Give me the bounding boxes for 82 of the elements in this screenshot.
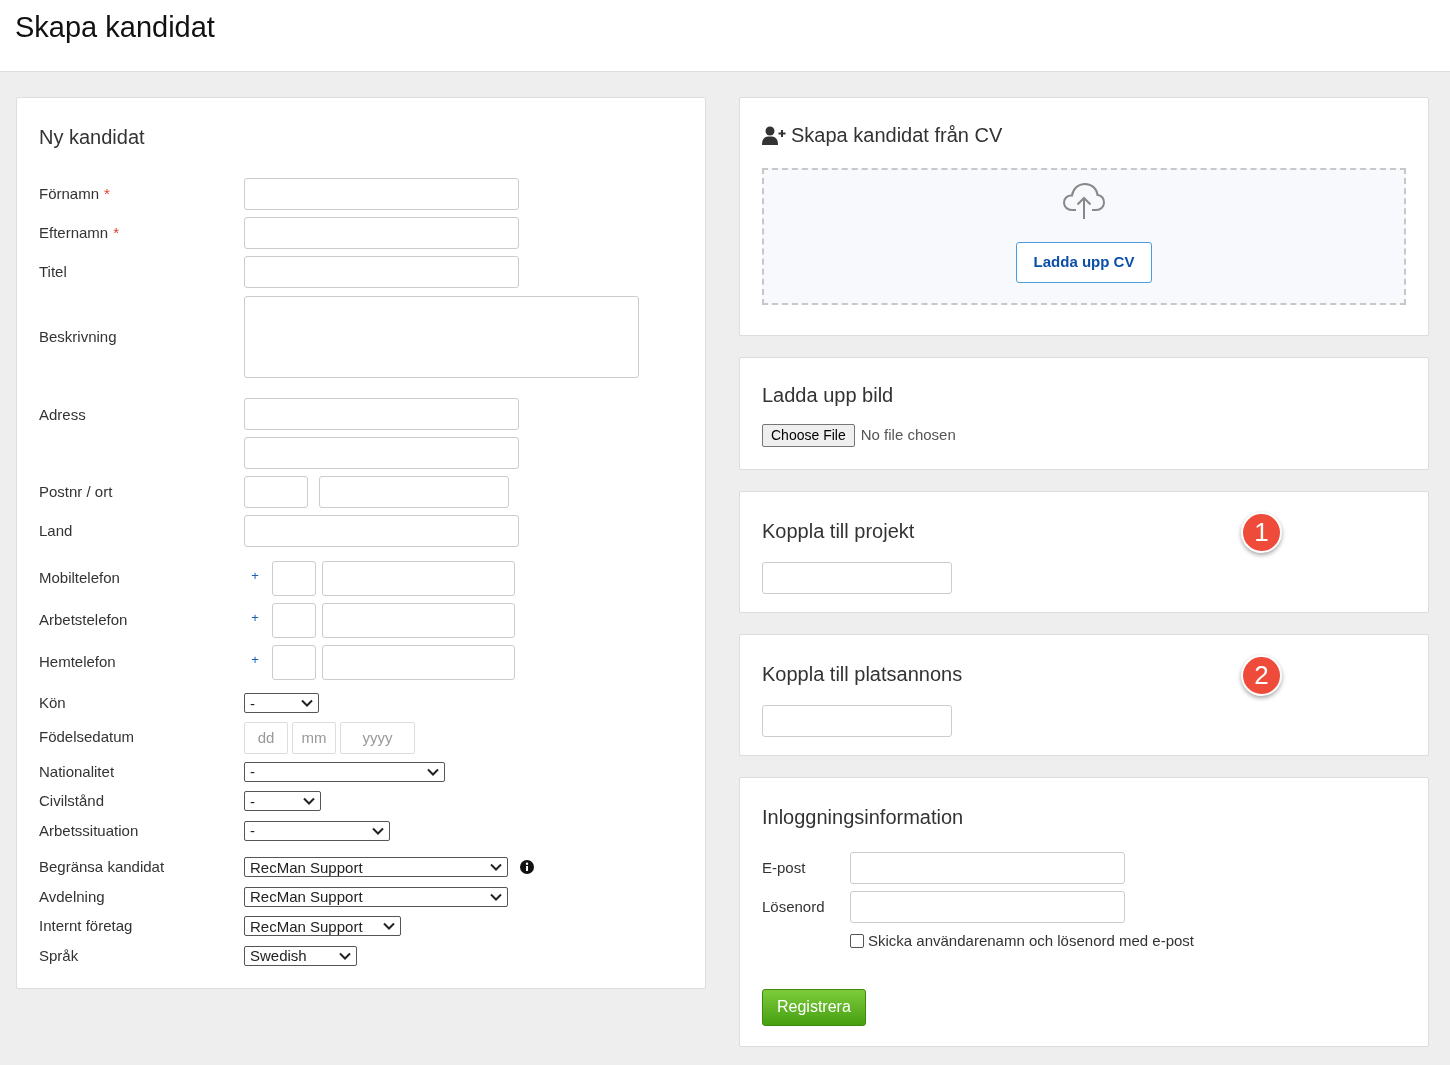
search-input[interactable] (762, 705, 952, 737)
postal-code-input[interactable] (244, 476, 308, 508)
date-part-input[interactable]: dd (244, 721, 288, 754)
field-label: Mobiltelefon (39, 568, 120, 589)
number-badge: 1 (1241, 512, 1282, 553)
phone-input[interactable] (322, 645, 515, 680)
dropdown-select[interactable]: - (244, 820, 390, 841)
card-title: Ny kandidat (39, 125, 146, 150)
field-label: E-post (762, 857, 807, 878)
field-label: Land (39, 520, 73, 541)
text-input[interactable] (850, 852, 1125, 884)
plus-sign: + (250, 566, 260, 585)
chevron-down-icon (383, 922, 395, 931)
user-plus-icon (762, 125, 787, 145)
field-label: Efternamn (39, 222, 109, 243)
card-title: Inloggningsinformation (762, 805, 965, 830)
card-title: Koppla till projekt (762, 519, 915, 544)
field-label: Lösenord (762, 896, 826, 917)
checkbox-label: Skicka användarenamn och lösenord med e-post (868, 931, 1195, 951)
field-label: Kön (39, 693, 66, 713)
description-textarea[interactable] (244, 296, 639, 378)
chevron-down-icon (372, 826, 384, 835)
dropdown-select[interactable]: - (244, 791, 321, 812)
field-label: Förnamn (39, 183, 100, 204)
country-code-input[interactable] (272, 603, 316, 638)
field-label: Titel (39, 261, 67, 282)
card-title: Koppla till platsannons (762, 662, 963, 687)
chevron-down-icon (339, 951, 351, 960)
chevron-down-icon (490, 892, 502, 901)
dropdown-select[interactable]: - (244, 761, 445, 782)
text-input[interactable] (244, 256, 519, 288)
field-label: Begränsa kandidat (39, 857, 165, 877)
field-label: Arbetstelefon (39, 610, 128, 631)
required-mark: * (104, 183, 110, 204)
chevron-down-icon (490, 863, 502, 872)
field-label: Födelsedatum (39, 727, 135, 748)
dropdown-select[interactable]: RecMan Support (244, 916, 401, 937)
field-label: Civilstånd (39, 791, 105, 811)
field-label: Avdelning (39, 886, 105, 907)
field-label: Adress (39, 405, 86, 425)
text-input[interactable] (244, 515, 519, 547)
phone-input[interactable] (322, 561, 515, 596)
search-input[interactable] (762, 562, 952, 594)
upload-cv-button[interactable]: Ladda upp CV (1015, 242, 1153, 283)
dropdown-select[interactable]: - (244, 693, 319, 714)
field-label: Internt företag (39, 916, 133, 936)
address-input[interactable] (244, 437, 519, 469)
checkbox[interactable] (850, 934, 864, 949)
chevron-down-icon (303, 797, 315, 806)
date-part-input[interactable]: yyyy (340, 721, 415, 754)
country-code-input[interactable] (272, 645, 316, 680)
address-input[interactable] (244, 398, 519, 430)
upload-dropzone[interactable]: Ladda upp CV (762, 168, 1406, 305)
text-input[interactable] (244, 217, 519, 249)
field-label: Postnr / ort (39, 481, 113, 502)
country-code-input[interactable] (272, 561, 316, 596)
dropdown-select[interactable]: RecMan Support (244, 886, 508, 907)
dropdown-select[interactable]: Swedish (244, 945, 357, 966)
number-badge: 2 (1241, 655, 1282, 696)
chevron-down-icon (427, 767, 439, 776)
cloud-upload-icon (1062, 182, 1106, 220)
city-input[interactable] (319, 476, 509, 508)
card-title: Skapa kandidat från CV (791, 123, 1003, 148)
chevron-down-icon (301, 699, 313, 708)
field-label: Beskrivning (39, 326, 117, 347)
field-label: Språk (39, 945, 79, 966)
file-status-text: No file chosen (860, 425, 956, 446)
required-mark: * (113, 222, 120, 243)
phone-input[interactable] (322, 603, 515, 638)
text-input[interactable] (850, 891, 1125, 923)
info-icon[interactable] (520, 860, 534, 875)
dropdown-select[interactable]: RecMan Support (244, 857, 508, 878)
text-input[interactable] (244, 178, 519, 210)
plus-sign: + (250, 650, 260, 669)
card-title: Ladda upp bild (762, 383, 895, 408)
field-label: Nationalitet (39, 761, 115, 782)
page-title: Skapa kandidat (15, 9, 215, 45)
field-label: Hemtelefon (39, 652, 116, 673)
choose-file-button[interactable]: Choose File (762, 424, 855, 447)
date-part-input[interactable]: mm (292, 721, 336, 754)
field-label: Arbetssituation (39, 820, 139, 841)
plus-sign: + (250, 608, 260, 627)
